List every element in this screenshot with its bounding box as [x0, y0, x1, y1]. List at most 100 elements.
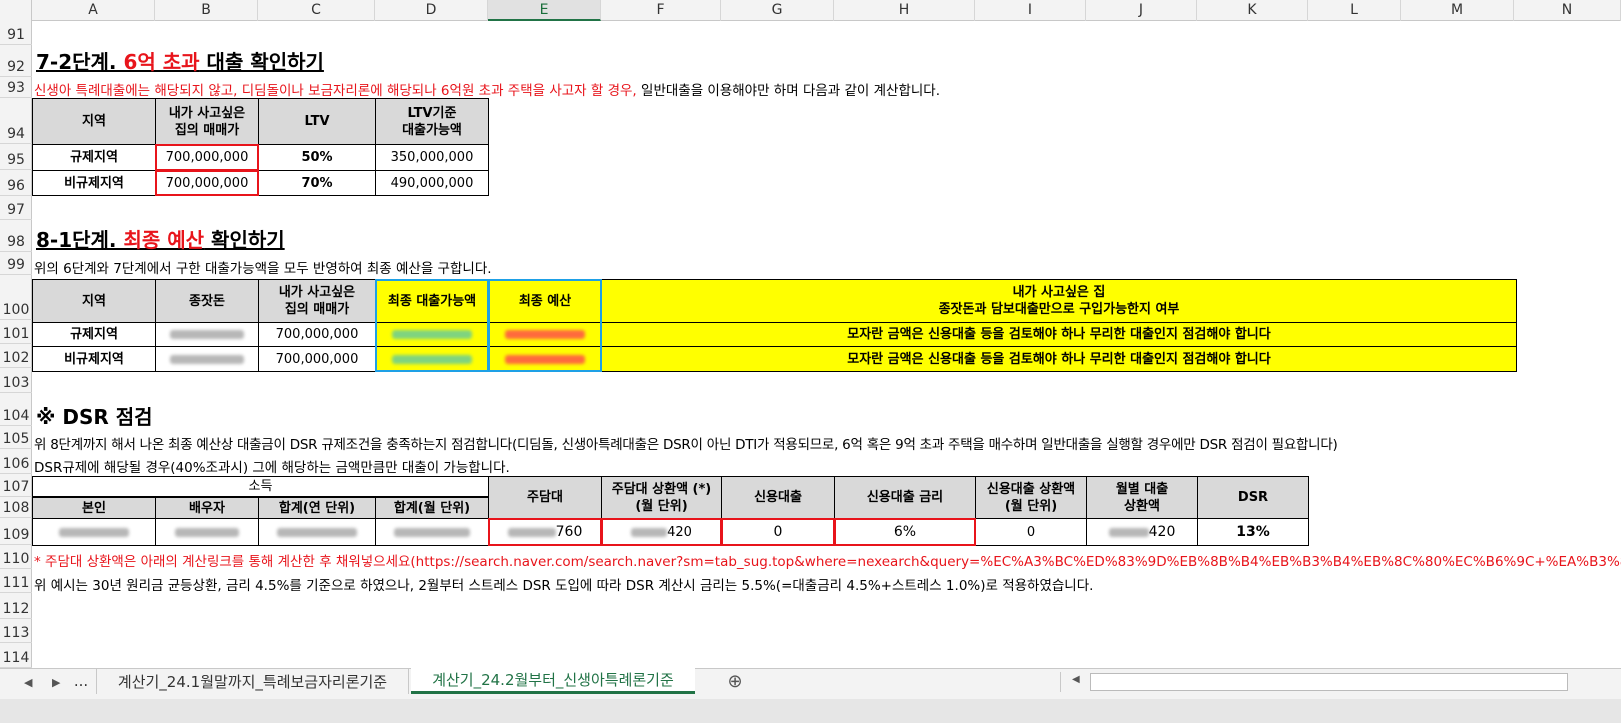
row-header[interactable]: 109 — [0, 518, 32, 545]
dsr-income-self[interactable] — [32, 518, 156, 546]
t72-header-region[interactable]: 지역 — [32, 98, 156, 145]
row-header[interactable]: 108 — [0, 497, 32, 518]
t81-region[interactable]: 비규제지역 — [32, 346, 156, 372]
dsr-header-mortgage[interactable]: 주담대 — [488, 476, 602, 519]
row-header[interactable]: 96 — [0, 170, 32, 196]
dsr-sub-monthly[interactable]: 합계(월 단위) — [375, 497, 489, 519]
t81-note[interactable]: 모자란 금액은 신용대출 등을 검토해야 하나 무리한 대출인지 점검해야 합니… — [601, 346, 1517, 372]
row-header[interactable]: 91 — [0, 21, 32, 45]
sheet-tab-2[interactable]: 계산기_24.2월부터_신생아특례론기준 — [411, 668, 695, 694]
row-header[interactable]: 95 — [0, 144, 32, 170]
row-header[interactable]: 102 — [0, 344, 32, 368]
t81-seed[interactable] — [155, 322, 259, 347]
col-header-c[interactable]: C — [258, 0, 375, 21]
t81-price[interactable]: 700,000,000 — [258, 322, 376, 347]
prev-sheet-icon[interactable]: ◀ — [24, 676, 32, 689]
dsr-header-dsr[interactable]: DSR — [1197, 476, 1309, 519]
dsr-mortgage[interactable]: 760 — [488, 518, 602, 546]
row-header[interactable]: 106 — [0, 449, 32, 474]
col-header-f[interactable]: F — [601, 0, 721, 21]
t72-loan[interactable]: 350,000,000 — [375, 144, 489, 171]
t72-header-loan[interactable]: LTV기준 대출가능액 — [375, 98, 489, 145]
dsr-sub-annual[interactable]: 합계(연 단위) — [258, 497, 376, 519]
t72-ltv[interactable]: 70% — [258, 170, 376, 196]
t81-region[interactable]: 규제지역 — [32, 322, 156, 347]
t81-final-budget[interactable] — [488, 322, 602, 347]
col-header-n[interactable]: N — [1514, 0, 1621, 21]
dsr-header-mortgage-repay[interactable]: 주담대 상환액 (*) (월 단위) — [601, 476, 722, 519]
dsr-income-spouse[interactable] — [155, 518, 259, 546]
row-header[interactable]: 99 — [0, 252, 32, 275]
t81-note[interactable]: 모자란 금액은 신용대출 등을 검토해야 하나 무리한 대출인지 점검해야 합니… — [601, 322, 1517, 347]
t72-loan[interactable]: 490,000,000 — [375, 170, 489, 196]
col-header-l[interactable]: L — [1308, 0, 1401, 21]
row-header[interactable]: 112 — [0, 593, 32, 619]
add-sheet-icon[interactable]: ⊕ — [722, 668, 748, 694]
t72-header-ltv[interactable]: LTV — [258, 98, 376, 145]
tab-splitter[interactable] — [1060, 672, 1061, 692]
t81-final-loan[interactable] — [375, 346, 489, 372]
dsr-income-monthly[interactable] — [375, 518, 489, 546]
sheet-tab-1[interactable]: 계산기_24.1월말까지_특례보금자리론기준 — [96, 668, 409, 694]
row-header[interactable]: 98 — [0, 220, 32, 252]
dsr-sub-spouse[interactable]: 배우자 — [155, 497, 259, 519]
col-header-j[interactable]: J — [1086, 0, 1197, 21]
row-header[interactable]: 100 — [0, 275, 32, 320]
dsr-income-annual[interactable] — [258, 518, 376, 546]
t81-final-loan[interactable] — [375, 322, 489, 347]
row-header[interactable]: 93 — [0, 77, 32, 98]
t72-header-price[interactable]: 내가 사고싶은 집의 매매가 — [155, 98, 259, 145]
t81-seed[interactable] — [155, 346, 259, 372]
t81-header-region[interactable]: 지역 — [32, 279, 156, 323]
row-header[interactable]: 114 — [0, 643, 32, 668]
t81-header-seed[interactable]: 종잣돈 — [155, 279, 259, 323]
next-sheet-icon[interactable]: ▶ — [52, 676, 60, 689]
t72-price[interactable]: 700,000,000 — [155, 144, 259, 171]
col-header-e[interactable]: E — [488, 0, 601, 21]
row-header[interactable]: 101 — [0, 320, 32, 344]
row-header[interactable]: 111 — [0, 569, 32, 593]
t72-ltv[interactable]: 50% — [258, 144, 376, 171]
dsr-credit-repay[interactable]: 0 — [975, 518, 1087, 546]
col-header-b[interactable]: B — [155, 0, 258, 21]
col-header-m[interactable]: M — [1401, 0, 1514, 21]
row-header[interactable]: 97 — [0, 196, 32, 220]
horizontal-scrollbar[interactable] — [1090, 673, 1568, 691]
row-header[interactable]: 104 — [0, 393, 32, 426]
t81-final-budget[interactable] — [488, 346, 602, 372]
col-header-a[interactable]: A — [32, 0, 155, 21]
dsr-ratio[interactable]: 13% — [1197, 518, 1309, 546]
t72-price[interactable]: 700,000,000 — [155, 170, 259, 196]
col-header-i[interactable]: I — [975, 0, 1086, 21]
row-header[interactable]: 105 — [0, 426, 32, 449]
dsr-monthly-repay[interactable]: 420 — [1086, 518, 1198, 546]
dsr-note-link[interactable]: * 주담대 상환액은 아래의 계산링크를 통해 계산한 후 채워넣으세요(htt… — [34, 550, 1621, 570]
t72-region[interactable]: 규제지역 — [32, 144, 156, 171]
row-header[interactable]: 107 — [0, 474, 32, 497]
dsr-credit-rate[interactable]: 6% — [834, 518, 976, 546]
dsr-header-credit-repay[interactable]: 신용대출 상환액 (월 단위) — [975, 476, 1087, 519]
more-sheets-button[interactable]: ... — [70, 668, 92, 694]
col-header-k[interactable]: K — [1197, 0, 1308, 21]
col-header-h[interactable]: H — [834, 0, 975, 21]
dsr-sub-self[interactable]: 본인 — [32, 497, 156, 519]
dsr-header-credit[interactable]: 신용대출 — [721, 476, 835, 519]
dsr-credit[interactable]: 0 — [721, 518, 835, 546]
t72-region[interactable]: 비규제지역 — [32, 170, 156, 196]
dsr-income-header[interactable]: 소득 — [32, 476, 489, 497]
col-header-g[interactable]: G — [721, 0, 834, 21]
row-header[interactable]: 94 — [0, 98, 32, 144]
col-header-d[interactable]: D — [375, 0, 488, 21]
row-header[interactable]: 103 — [0, 368, 32, 393]
scroll-left-icon[interactable]: ◀ — [1072, 674, 1084, 690]
t81-price[interactable]: 700,000,000 — [258, 346, 376, 372]
dsr-header-monthly-repay[interactable]: 월별 대출 상환액 — [1086, 476, 1198, 519]
t81-header-final-budget[interactable]: 최종 예산 — [488, 279, 602, 323]
t81-header-feasibility[interactable]: 내가 사고싶은 집 종잣돈과 담보대출만으로 구입가능한지 여부 — [601, 279, 1517, 323]
t81-header-final-loan[interactable]: 최종 대출가능액 — [375, 279, 489, 323]
dsr-header-credit-rate[interactable]: 신용대출 금리 — [834, 476, 976, 519]
t81-header-price[interactable]: 내가 사고싶은 집의 매매가 — [258, 279, 376, 323]
row-header[interactable]: 110 — [0, 545, 32, 569]
dsr-mortgage-repay[interactable]: 420 — [601, 518, 722, 546]
row-header[interactable]: 92 — [0, 45, 32, 77]
